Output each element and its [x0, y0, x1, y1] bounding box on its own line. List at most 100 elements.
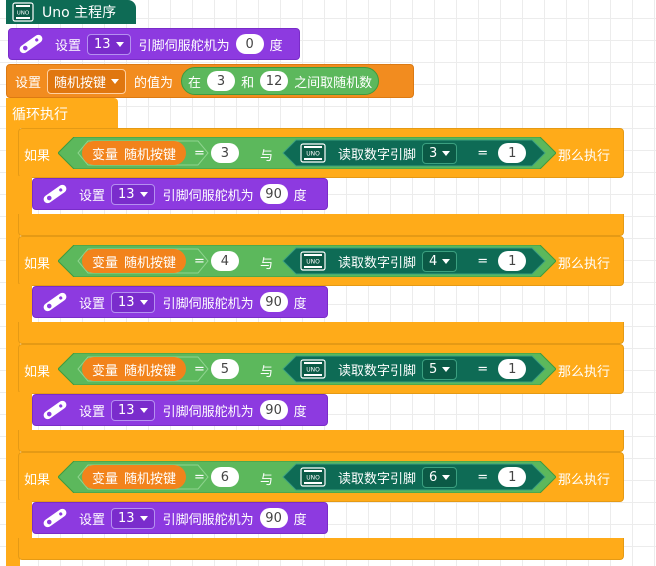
servo-pin-dropdown[interactable]: 13 — [111, 399, 155, 421]
equals-operator: = — [194, 145, 205, 161]
equals-operator: = — [477, 253, 489, 269]
servo-pin-dropdown[interactable]: 13 — [111, 183, 155, 205]
chevron-down-icon — [442, 474, 451, 480]
pin-value-input[interactable]: 1 — [498, 467, 527, 487]
arduino-board-icon: UNO — [300, 143, 326, 163]
servo-angle-input[interactable]: 90 — [259, 292, 288, 312]
compare-value-input[interactable]: 5 — [210, 359, 239, 379]
servo-set-block[interactable]: 设置 13 引脚伺服舵机为 90 度 — [32, 286, 328, 318]
rand-and-label: 和 — [241, 75, 255, 91]
servo-set-block[interactable]: 设置 13 引脚伺服舵机为 90 度 — [32, 502, 328, 534]
if-label: 如果 — [24, 257, 51, 272]
variable-reporter[interactable]: 变量 随机按键 — [82, 357, 187, 381]
variable-dropdown[interactable]: 随机按键 — [47, 68, 127, 94]
read-pin-dropdown[interactable]: 4 — [422, 250, 458, 272]
pin-value-input[interactable]: 1 — [498, 251, 527, 271]
set-var-value-label: 的值为 — [134, 75, 174, 91]
read-pin-label: 读取数字引脚 — [338, 363, 417, 379]
if-label: 如果 — [24, 473, 51, 488]
servo-set-label: 设置 — [79, 188, 106, 204]
if-block-bottom — [18, 214, 624, 236]
if-block-bottom — [18, 538, 624, 560]
if-block-bottom — [18, 322, 624, 344]
servo-angle-input[interactable]: 90 — [259, 184, 288, 204]
variable-reporter[interactable]: 变量 随机按键 — [82, 141, 187, 165]
servo-set-block[interactable]: 设置 13 引脚伺服舵机为 90 度 — [32, 394, 328, 426]
servo-icon — [39, 396, 71, 424]
if-block-bottom — [18, 430, 624, 452]
loop-label: 循环执行 — [12, 107, 68, 123]
random-range-block[interactable]: 在 3 和 12 之间取随机数 — [181, 67, 380, 95]
arduino-board-icon: UNO — [300, 359, 326, 379]
servo-angle-input[interactable]: 0 — [235, 34, 264, 54]
read-pin-label: 读取数字引脚 — [338, 471, 417, 487]
digital-read-compare-block[interactable]: UNO 读取数字引脚 5 = 1 — [300, 356, 532, 382]
servo-unit-label: 度 — [293, 296, 307, 312]
equals-operator: = — [194, 361, 205, 377]
rand-max-input[interactable]: 12 — [260, 71, 289, 91]
equals-operator: = — [477, 145, 489, 161]
variable-compare-block[interactable]: 变量 随机按键 = 5 — [82, 357, 245, 381]
read-pin-dropdown[interactable]: 5 — [422, 358, 458, 380]
equals-operator: = — [477, 361, 489, 377]
variable-reporter[interactable]: 变量 随机按键 — [82, 465, 187, 489]
chevron-down-icon — [139, 191, 148, 197]
equals-operator: = — [477, 469, 489, 485]
equals-operator: = — [194, 469, 205, 485]
variable-compare-block[interactable]: 变量 随机按键 = 3 — [82, 141, 245, 165]
svg-text:UNO: UNO — [306, 259, 320, 266]
compare-value-input[interactable]: 4 — [210, 251, 239, 271]
servo-pin-dropdown[interactable]: 13 — [87, 33, 131, 55]
board-label: UNO — [17, 11, 30, 17]
servo-mid-label: 引脚伺服舵机为 — [162, 404, 254, 420]
servo-set-block[interactable]: 设置 13 引脚伺服舵机为 90 度 — [32, 178, 328, 210]
digital-read-compare-block[interactable]: UNO 读取数字引脚 3 = 1 — [300, 140, 532, 166]
set-variable-block[interactable]: 设置 随机按键 的值为 在 3 和 12 之间取随机数 — [6, 64, 414, 98]
chevron-down-icon — [139, 407, 148, 413]
chevron-down-icon — [442, 366, 451, 372]
servo-set-label: 设置 — [55, 38, 82, 54]
rand-tail-label: 之间取随机数 — [294, 75, 373, 91]
chevron-down-icon — [111, 78, 120, 84]
variable-compare-block[interactable]: 变量 随机按键 = 6 — [82, 465, 245, 489]
and-label: 与 — [260, 149, 274, 164]
if-arm — [18, 500, 32, 540]
digital-read-compare-block[interactable]: UNO 读取数字引脚 6 = 1 — [300, 464, 532, 490]
chevron-down-icon — [442, 150, 451, 156]
servo-icon — [39, 288, 71, 316]
servo-angle-input[interactable]: 90 — [259, 508, 288, 528]
servo-pin-dropdown[interactable]: 13 — [111, 507, 155, 529]
and-label: 与 — [260, 473, 274, 488]
chevron-down-icon — [139, 299, 148, 305]
servo-icon — [39, 504, 71, 532]
pin-value-input[interactable]: 1 — [498, 143, 527, 163]
servo-set-label: 设置 — [79, 512, 106, 528]
servo-angle-input[interactable]: 90 — [259, 400, 288, 420]
servo-pin-dropdown[interactable]: 13 — [111, 291, 155, 313]
servo-unit-label: 度 — [269, 38, 283, 54]
svg-text:UNO: UNO — [306, 367, 320, 374]
pin-value-input[interactable]: 1 — [498, 359, 527, 379]
compare-value-input[interactable]: 6 — [210, 467, 239, 487]
servo-unit-label: 度 — [293, 188, 307, 204]
digital-read-compare-block[interactable]: UNO 读取数字引脚 4 = 1 — [300, 248, 532, 274]
variable-reporter[interactable]: 变量 随机按键 — [82, 249, 187, 273]
servo-set-block[interactable]: 设置 13 引脚伺服舵机为 0 度 — [8, 28, 300, 60]
read-pin-dropdown[interactable]: 3 — [422, 142, 458, 164]
rand-min-input[interactable]: 3 — [207, 71, 236, 91]
svg-text:UNO: UNO — [306, 151, 320, 158]
servo-set-label: 设置 — [79, 296, 106, 312]
rand-in-label: 在 — [188, 75, 202, 91]
read-pin-label: 读取数字引脚 — [338, 147, 417, 163]
uno-main-program-block[interactable]: UNO Uno 主程序 — [6, 0, 136, 24]
if-label: 如果 — [24, 365, 51, 380]
variable-compare-block[interactable]: 变量 随机按键 = 4 — [82, 249, 245, 273]
read-pin-dropdown[interactable]: 6 — [422, 466, 458, 488]
servo-mid-label: 引脚伺服舵机为 — [162, 512, 254, 528]
then-label: 那么执行 — [558, 149, 611, 164]
servo-icon — [39, 180, 71, 208]
arduino-board-icon: UNO — [300, 467, 326, 487]
chevron-down-icon — [115, 41, 124, 47]
arduino-board-icon: UNO — [12, 2, 34, 22]
compare-value-input[interactable]: 3 — [210, 143, 239, 163]
